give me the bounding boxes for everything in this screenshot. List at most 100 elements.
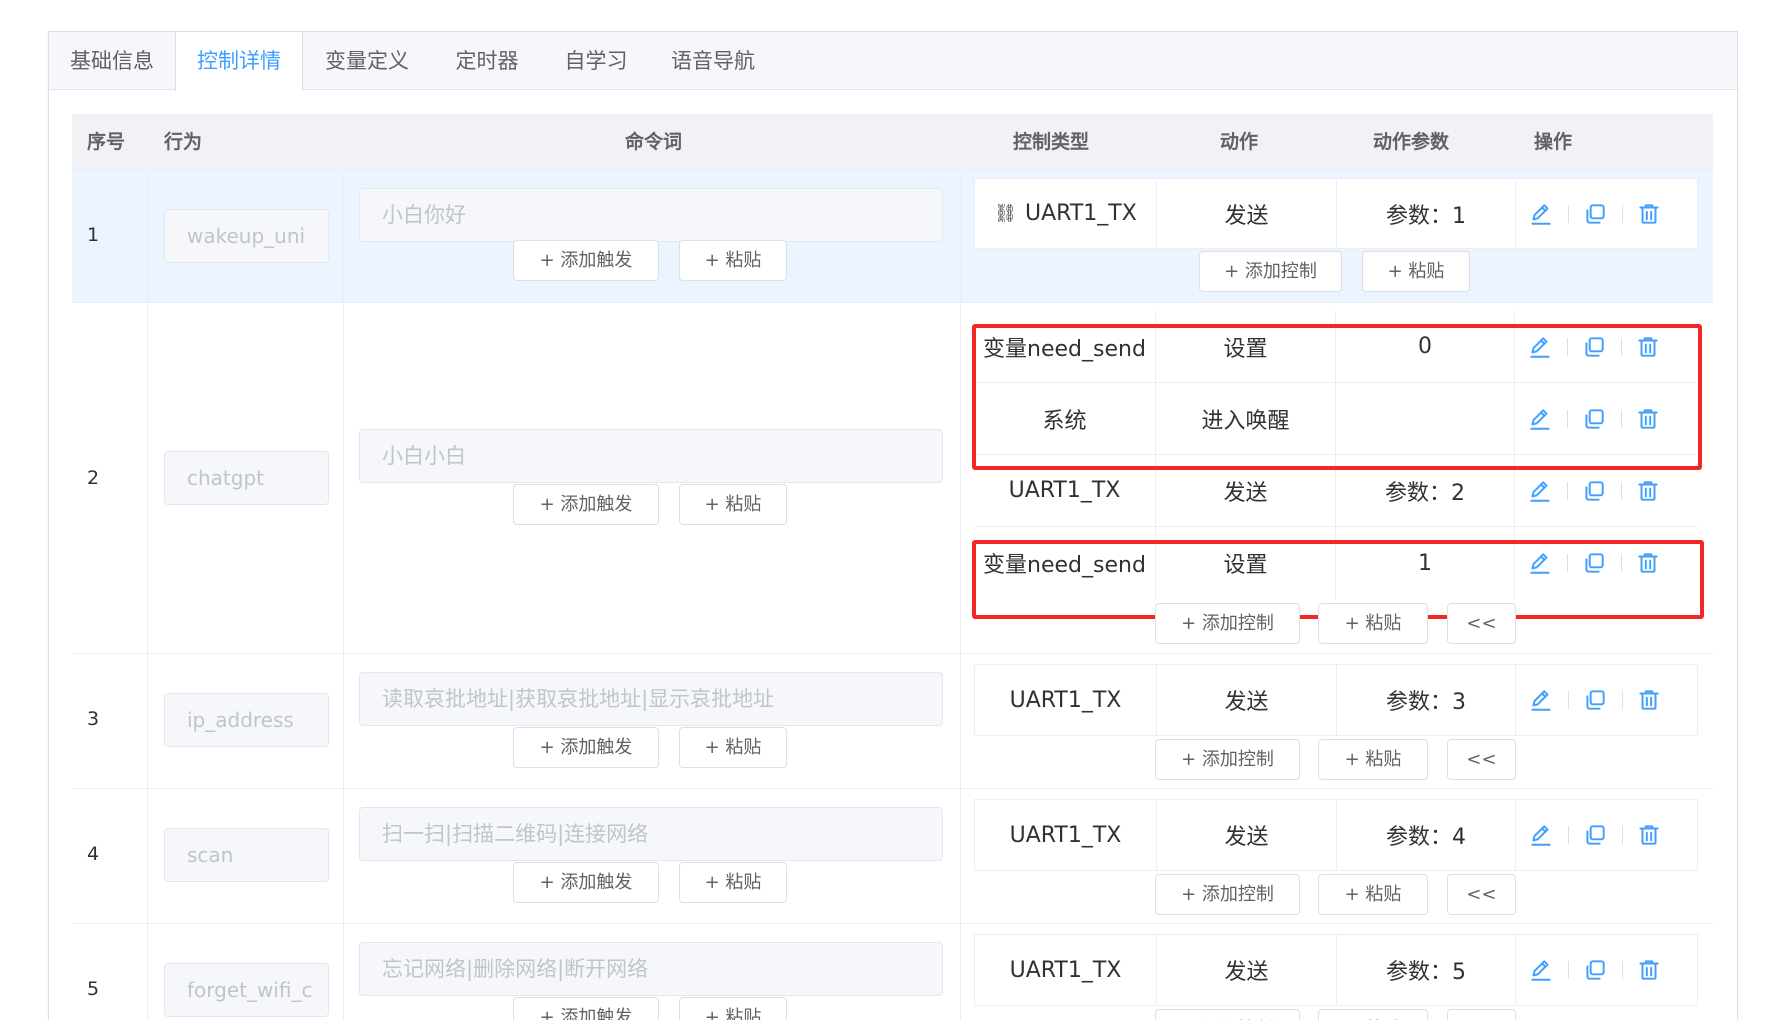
delete-icon[interactable] [1635,406,1661,432]
paste-button[interactable]: + 粘贴 [679,997,787,1020]
operation-divider [1568,691,1569,709]
tab-self-learning[interactable]: 自学习 [543,32,649,91]
edit-icon[interactable] [1528,201,1554,227]
paste-button[interactable]: + 粘贴 [679,862,787,903]
paste-button[interactable]: + 粘贴 [679,484,787,525]
copy-icon[interactable] [1581,334,1607,360]
control-type: ⛓ UART1_TX [994,201,1137,226]
collapse-button[interactable]: << [1447,874,1516,915]
control-subtable: ⛓ UART1_TX 发送 参数：1 [974,178,1698,249]
edit-icon[interactable] [1528,822,1554,848]
operation-divider [1567,409,1568,428]
table-row: 2 chatgpt 小白小白 + 添加触发 + 粘贴 变量need_send 设… [72,303,1713,654]
control-table: 序号 行为 命令词 控制类型 动作 动作参数 操作 1 wakeup_uni 小… [72,114,1713,1020]
header-index: 序号 [87,131,126,153]
edit-icon[interactable] [1528,687,1554,713]
edit-icon[interactable] [1528,957,1554,983]
header-action-param: 动作参数 [1373,131,1450,153]
control-param: 参数：3 [1386,690,1466,715]
delete-icon[interactable] [1635,334,1661,360]
tab-variable-definition[interactable]: 变量定义 [303,32,431,91]
paste-control-button[interactable]: + 粘贴 [1318,874,1428,915]
edit-icon[interactable] [1527,478,1553,504]
table-row: 5 forget_wifi_c 忘记网络|删除网络|断开网络 + 添加触发 + … [72,924,1713,1020]
collapse-button[interactable]: << [1447,603,1516,644]
command-input[interactable]: 忘记网络|删除网络|断开网络 [359,942,943,996]
tab-basic-info[interactable]: 基础信息 [49,32,175,91]
add-control-button[interactable]: + 添加控制 [1155,739,1300,780]
behavior-field[interactable]: forget_wifi_c [164,963,329,1017]
operation-divider [1621,337,1622,356]
behavior-field[interactable]: scan [164,828,329,882]
control-action: 进入唤醒 [1201,408,1290,434]
control-type: 系统 [1042,408,1087,434]
tab-control-details[interactable]: 控制详情 [175,32,303,91]
command-input[interactable]: 小白你好 [359,188,943,242]
behavior-field[interactable]: chatgpt [164,451,329,505]
operation-divider [1622,826,1623,844]
row-index: 4 [87,843,100,865]
row-index: 3 [87,708,100,730]
add-control-button[interactable]: + 添加控制 [1155,1009,1300,1020]
paste-control-button[interactable]: + 粘贴 [1362,251,1470,292]
control-type: UART1_TX [1009,687,1122,713]
edit-icon[interactable] [1527,550,1553,576]
table-row: 3 ip_address 读取哀批地址|获取哀批地址|显示哀批地址 + 添加触发… [72,654,1713,789]
edit-icon[interactable] [1527,406,1553,432]
control-row: ⛓ UART1_TX 发送 参数：1 [975,179,1697,248]
control-action: 设置 [1223,553,1268,578]
add-trigger-button[interactable]: + 添加触发 [513,727,659,768]
edit-icon[interactable] [1527,334,1553,360]
collapse-button[interactable]: << [1447,1009,1516,1020]
header-behavior: 行为 [164,131,203,153]
table-row: 1 wakeup_uni 小白你好 + 添加触发 + 粘贴 ⛓ UART1_TX … [72,170,1713,303]
paste-control-button[interactable]: + 粘贴 [1318,739,1428,780]
delete-icon[interactable] [1636,822,1662,848]
collapse-button[interactable]: << [1447,739,1516,780]
command-input[interactable]: 读取哀批地址|获取哀批地址|显示哀批地址 [359,672,943,726]
add-control-button[interactable]: + 添加控制 [1199,251,1342,292]
row-operations [1515,179,1699,248]
row-index: 2 [87,467,100,489]
delete-icon[interactable] [1636,201,1662,227]
command-input[interactable]: 扫一扫|扫描二维码|连接网络 [359,807,943,861]
behavior-field[interactable]: wakeup_uni [164,209,329,263]
behavior-field[interactable]: ip_address [164,693,329,747]
delete-icon[interactable] [1636,957,1662,983]
tab-timer[interactable]: 定时器 [431,32,543,91]
copy-icon[interactable] [1582,822,1608,848]
paste-button[interactable]: + 粘贴 [679,727,787,768]
operation-divider [1621,481,1622,500]
delete-icon[interactable] [1635,478,1661,504]
paste-control-button[interactable]: + 粘贴 [1318,603,1428,644]
paste-control-button[interactable]: + 粘贴 [1318,1009,1428,1020]
add-trigger-button[interactable]: + 添加触发 [513,997,659,1020]
command-input[interactable]: 小白小白 [359,429,943,483]
add-control-button[interactable]: + 添加控制 [1155,874,1300,915]
copy-icon[interactable] [1581,478,1607,504]
control-row: UART1_TX 发送 参数：5 [975,935,1697,1005]
copy-icon[interactable] [1581,406,1607,432]
copy-icon[interactable] [1582,201,1608,227]
control-type: UART1_TX [1009,957,1122,983]
operation-divider [1568,826,1569,844]
row-operations [1515,935,1699,1005]
header-operations: 操作 [1534,131,1573,153]
add-trigger-button[interactable]: + 添加触发 [513,484,659,525]
control-action: 发送 [1224,690,1269,715]
row-operations [1515,800,1699,870]
tab-voice-navigation[interactable]: 语音导航 [649,32,777,91]
delete-icon[interactable] [1635,550,1661,576]
add-control-button[interactable]: + 添加控制 [1155,603,1300,644]
delete-icon[interactable] [1636,687,1662,713]
operation-divider [1621,409,1622,428]
paste-button[interactable]: + 粘贴 [679,240,787,281]
add-trigger-button[interactable]: + 添加触发 [513,862,659,903]
control-row: 系统 进入唤醒 [974,383,1698,455]
copy-icon[interactable] [1582,687,1608,713]
control-subtable: UART1_TX 发送 参数：4 [974,799,1698,871]
copy-icon[interactable] [1582,957,1608,983]
copy-icon[interactable] [1581,550,1607,576]
add-trigger-button[interactable]: + 添加触发 [513,240,659,281]
control-row: UART1_TX 发送 参数：3 [975,665,1697,735]
